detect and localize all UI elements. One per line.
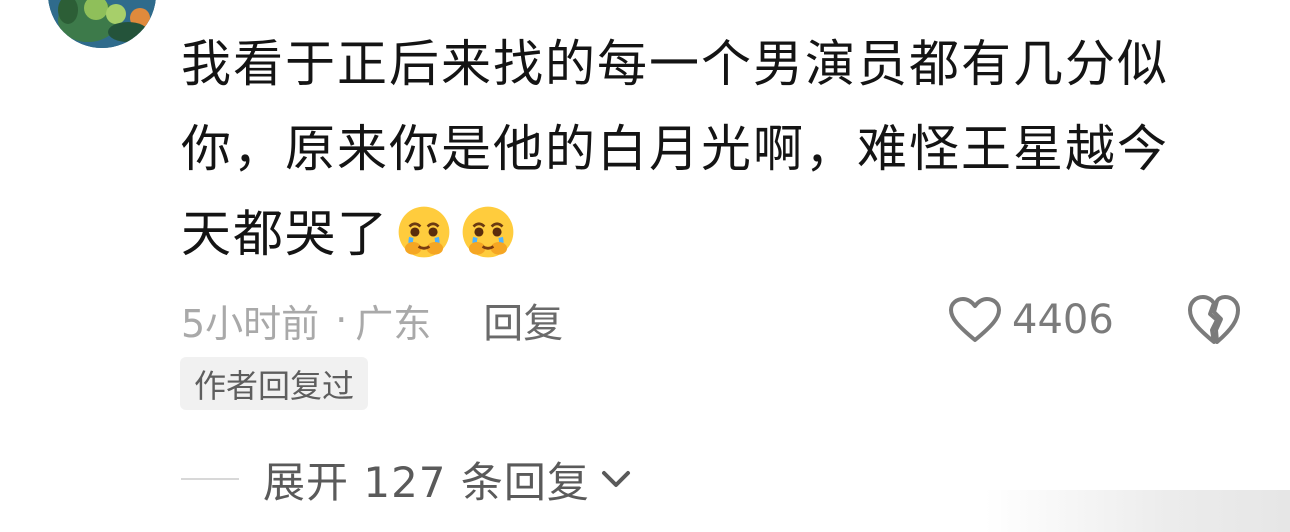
divider-line — [181, 478, 239, 480]
comment-body: 我看于正后来找的每一个男演员都有几分似你，原来你是他的白月光啊，难怪王星越今天都… — [181, 35, 1169, 263]
like-count: 4406 — [1012, 297, 1114, 343]
author-replied-badge: 作者回复过 — [180, 357, 369, 410]
expand-replies-label: 展开 127 条回复 — [263, 457, 590, 507]
dislike-button[interactable] — [1186, 292, 1242, 348]
crying-pleading-emoji — [462, 206, 514, 258]
like-button[interactable]: 4406 — [948, 290, 1114, 350]
comment-location: 广东 — [355, 301, 432, 346]
bottom-fade — [985, 490, 1290, 532]
heart-outline-icon — [949, 297, 1001, 342]
reply-button[interactable]: 回复 — [483, 291, 563, 349]
comment-meta: 5小时前 · 广东 回复 — [181, 290, 563, 350]
comment-time: 5小时前 — [181, 301, 320, 346]
expand-replies[interactable]: 展开 127 条回复 — [181, 447, 632, 511]
comment-text: 我看于正后来找的每一个男演员都有几分似你，原来你是他的白月光啊，难怪王星越今天都… — [181, 22, 1211, 277]
avatar-image — [48, 0, 156, 48]
crying-pleading-emoji — [398, 206, 450, 258]
broken-heart-icon — [1188, 295, 1240, 344]
avatar[interactable] — [48, 0, 156, 48]
meta-separator: · — [335, 298, 348, 342]
chevron-down-icon — [601, 471, 630, 487]
